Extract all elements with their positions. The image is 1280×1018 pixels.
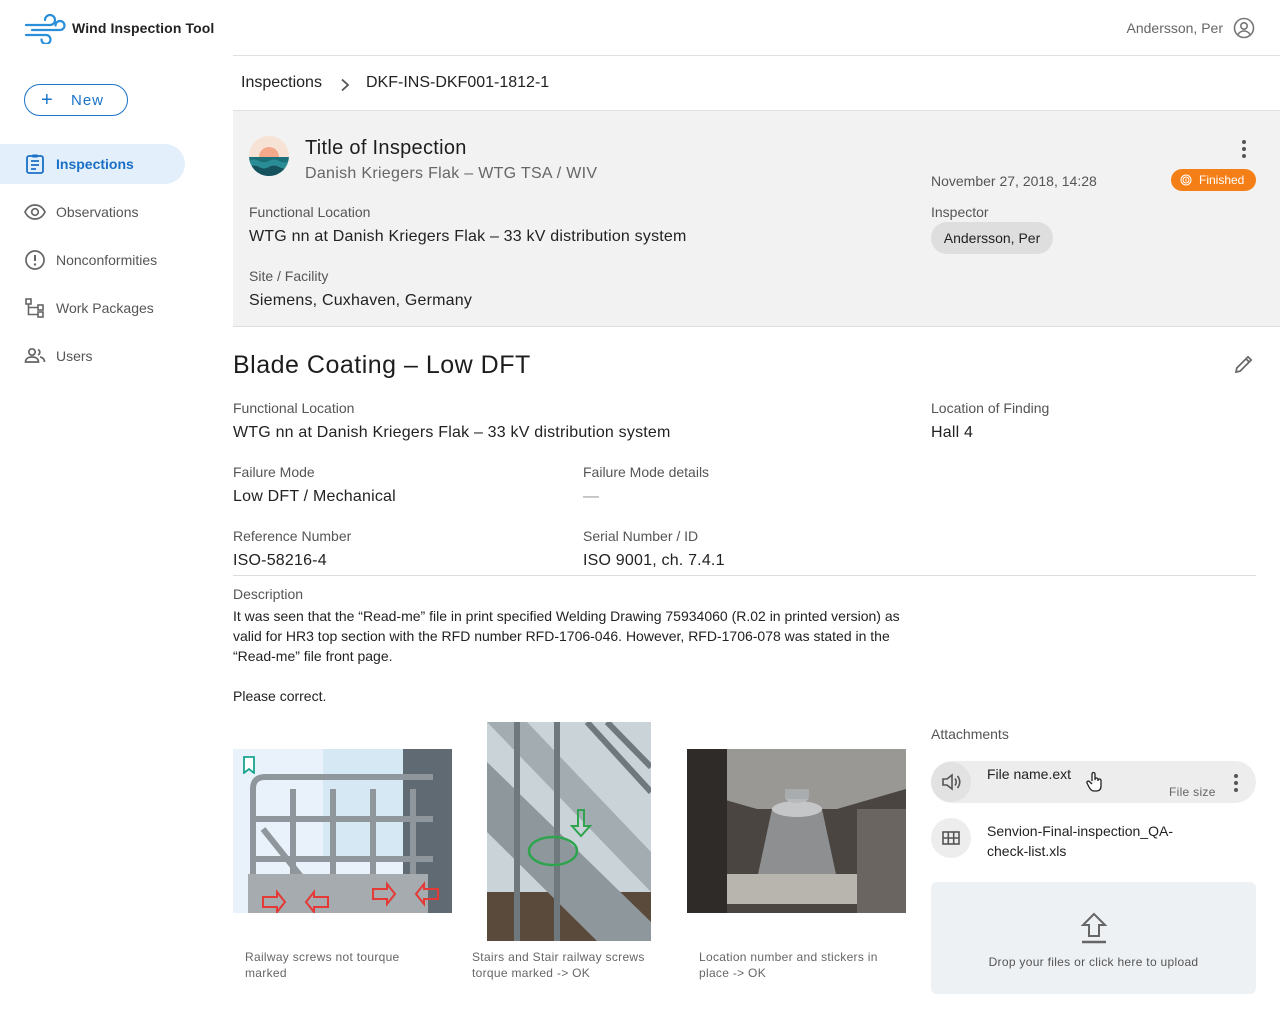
description-label: Description bbox=[233, 586, 304, 602]
photo-thumbnail[interactable] bbox=[233, 749, 452, 913]
status-badge: Finished bbox=[1171, 169, 1256, 191]
photo-caption: Stairs and Stair railway screws torque m… bbox=[472, 950, 645, 980]
photo-thumbnail[interactable] bbox=[687, 749, 906, 913]
inspection-more-icon[interactable] bbox=[1242, 140, 1246, 161]
finding-functional-location-value: WTG nn at Danish Kriegers Flak – 33 kV d… bbox=[233, 424, 671, 441]
photo-thumbnail[interactable] bbox=[487, 722, 651, 941]
breadcrumb-root[interactable]: Inspections bbox=[241, 74, 322, 92]
fingerprint-icon bbox=[1180, 174, 1192, 186]
inspection-title: Title of Inspection bbox=[305, 137, 467, 159]
new-button[interactable]: + New bbox=[24, 84, 128, 116]
header-divider bbox=[233, 55, 1280, 56]
finding-title: Blade Coating – Low DFT bbox=[233, 351, 531, 379]
edit-icon[interactable] bbox=[1233, 353, 1255, 375]
failure-mode-label: Failure Mode bbox=[233, 464, 315, 480]
reference-number-value: ISO-58216-4 bbox=[233, 552, 327, 569]
table-icon bbox=[931, 818, 971, 858]
inspection-subtitle: Danish Kriegers Flak – WTG TSA / WIV bbox=[305, 165, 598, 182]
inspection-date: November 27, 2018, 14:28 bbox=[931, 173, 1097, 189]
sidebar-item-inspections[interactable]: Inspections bbox=[0, 144, 185, 184]
clipboard-icon bbox=[26, 154, 44, 174]
inspector-label: Inspector bbox=[931, 204, 989, 220]
sidebar-item-work-packages[interactable]: Work Packages bbox=[0, 288, 185, 328]
failure-mode-details-value: — bbox=[583, 488, 600, 505]
sidebar-item-label: Users bbox=[56, 348, 93, 364]
inspector-chip[interactable]: Andersson, Per bbox=[931, 222, 1053, 254]
status-badge-label: Finished bbox=[1199, 173, 1245, 187]
functional-location-label: Functional Location bbox=[249, 204, 371, 220]
site-value: Siemens, Cuxhaven, Germany bbox=[249, 292, 473, 309]
alert-circle-icon bbox=[25, 250, 45, 270]
sidebar-item-users[interactable]: Users bbox=[0, 336, 185, 376]
chevron-right-icon bbox=[340, 78, 350, 92]
upload-icon bbox=[1079, 912, 1109, 946]
failure-mode-value: Low DFT / Mechanical bbox=[233, 488, 396, 505]
bookmark-icon[interactable] bbox=[242, 756, 256, 775]
location-of-finding-value: Hall 4 bbox=[931, 424, 974, 441]
failure-mode-details-label: Failure Mode details bbox=[583, 464, 710, 480]
account-icon[interactable] bbox=[1233, 17, 1255, 39]
site-label: Site / Facility bbox=[249, 268, 329, 284]
user-name[interactable]: Andersson, Per bbox=[1127, 20, 1224, 36]
attachments-title: Attachments bbox=[931, 726, 1009, 742]
app-logo[interactable] bbox=[24, 13, 66, 46]
new-button-label: New bbox=[71, 91, 105, 109]
functional-location-value: WTG nn at Danish Kriegers Flak – 33 kV d… bbox=[249, 228, 687, 245]
photo-caption: Railway screws not tourque marked bbox=[245, 950, 400, 980]
hierarchy-icon bbox=[25, 298, 44, 318]
speaker-icon bbox=[931, 762, 971, 802]
sidebar-item-label: Work Packages bbox=[56, 300, 154, 316]
hand-pointer-icon bbox=[1086, 771, 1104, 793]
sidebar-item-observations[interactable]: Observations bbox=[0, 192, 185, 232]
description-paragraph: It was seen that the “Read-me” file in p… bbox=[233, 608, 900, 664]
sidebar-item-nonconformities[interactable]: Nonconformities bbox=[0, 240, 185, 280]
attachment-size: File size bbox=[1169, 785, 1216, 799]
plus-icon: + bbox=[41, 89, 54, 111]
finding-functional-location-label: Functional Location bbox=[233, 400, 355, 416]
users-icon bbox=[24, 347, 46, 363]
description-paragraph: Please correct. bbox=[233, 688, 327, 704]
attachment-name[interactable]: Senvion-Final-inspection_QA-check-list.x… bbox=[987, 821, 1207, 861]
attachment-more-icon[interactable] bbox=[1234, 774, 1238, 795]
photo-caption: Location number and stickers in place ->… bbox=[699, 950, 878, 980]
wind-logo-icon bbox=[24, 13, 66, 46]
section-divider bbox=[233, 575, 1256, 576]
serial-number-label: Serial Number / ID bbox=[583, 528, 699, 544]
sidebar-item-label: Observations bbox=[56, 204, 139, 220]
sidebar-item-label: Nonconformities bbox=[56, 252, 158, 268]
serial-number-value: ISO 9001, ch. 7.4.1 bbox=[583, 552, 725, 569]
app-title: Wind Inspection Tool bbox=[72, 20, 215, 36]
breadcrumb-current: DKF-INS-DKF001-1812-1 bbox=[366, 74, 550, 91]
inspection-avatar bbox=[249, 136, 289, 176]
description-text: It was seen that the “Read-me” file in p… bbox=[233, 606, 913, 706]
location-of-finding-label: Location of Finding bbox=[931, 400, 1050, 416]
upload-label: Drop your files or click here to upload bbox=[988, 955, 1199, 969]
eye-icon bbox=[24, 204, 46, 220]
reference-number-label: Reference Number bbox=[233, 528, 352, 544]
sidebar-item-label: Inspections bbox=[56, 156, 134, 172]
attachment-name: File name.ext bbox=[987, 766, 1072, 782]
